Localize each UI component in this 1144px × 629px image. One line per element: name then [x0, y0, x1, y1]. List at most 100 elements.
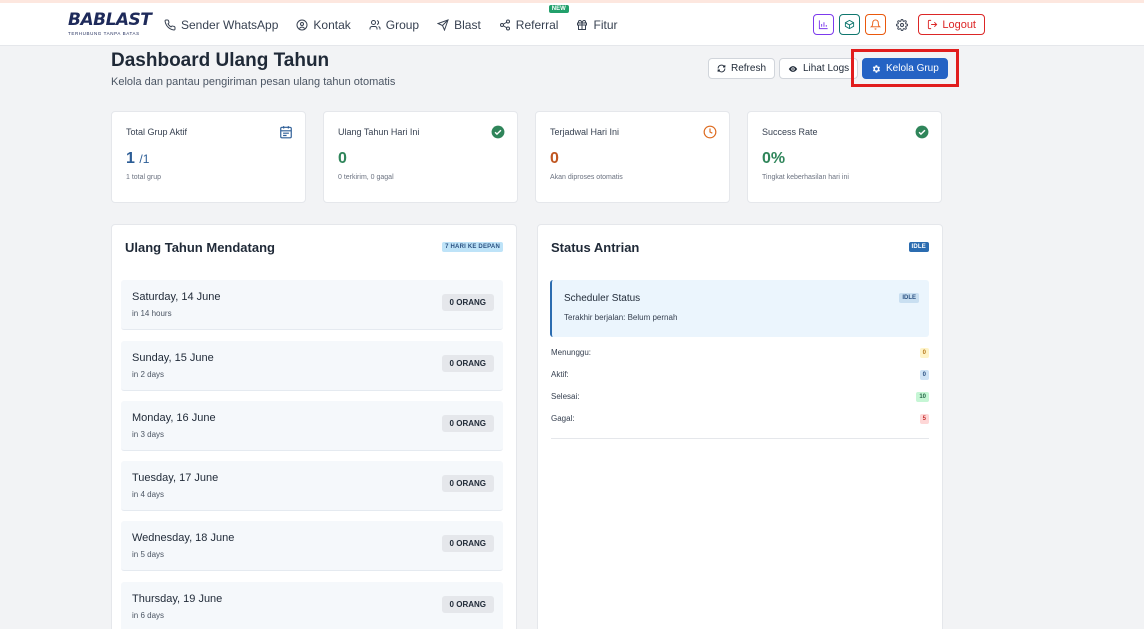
contact-icon — [296, 19, 308, 30]
count-badge: 0 ORANG — [441, 294, 494, 311]
count-badge: 0 ORANG — [441, 596, 494, 613]
bar-chart-icon — [819, 20, 828, 30]
nav-label: Referral — [515, 17, 559, 32]
day-relative: in 3 days — [132, 430, 165, 439]
nav-label: Sender WhatsApp — [181, 17, 279, 32]
nav-label: Fitur — [593, 17, 618, 32]
stat-card-total-groups: Total Grup Aktif 1 /1 1 total grup — [111, 111, 306, 203]
divider — [551, 438, 929, 439]
logo-tagline: TERHUBUNG TANPA BATAS — [68, 31, 140, 36]
list-item[interactable]: Thursday, 19 June in 6 days 0 ORANG — [121, 582, 503, 629]
scheduler-title: Scheduler Status — [564, 293, 641, 304]
day-name: Thursday, 19 June — [132, 593, 223, 605]
queue-row-completed: Selesai: 10 — [551, 392, 929, 406]
count-badge: 0 ORANG — [441, 415, 494, 432]
logout-label: Logout — [942, 18, 976, 31]
stat-value: 1 /1 — [126, 150, 149, 168]
queue-count-badge: 5 — [919, 414, 929, 424]
queue-row-active: Aktif: 0 — [551, 370, 929, 384]
stat-sub: Tingkat keberhasilan hari ini — [762, 174, 849, 181]
analytics-button[interactable] — [813, 14, 835, 35]
queue-row-failed: Gagal: 5 — [551, 414, 929, 428]
day-relative: in 2 days — [132, 370, 165, 379]
nav-item-referral[interactable]: NEW Referral — [499, 4, 569, 32]
view-logs-label: Lihat Logs — [803, 63, 850, 74]
list-item[interactable]: Wednesday, 18 June in 5 days 0 ORANG — [121, 521, 503, 571]
stat-label: Ulang Tahun Hari Ini — [338, 127, 420, 137]
list-item[interactable]: Tuesday, 17 June in 4 days 0 ORANG — [121, 461, 503, 511]
gear-icon — [895, 18, 908, 31]
day-relative: in 6 days — [132, 611, 165, 620]
view-logs-button[interactable]: Lihat Logs — [779, 58, 859, 79]
clock-icon — [703, 125, 717, 139]
queue-count-badge: 0 — [919, 348, 929, 358]
logout-button[interactable]: Logout — [918, 14, 985, 35]
nav-label: Group — [385, 17, 420, 32]
page-subtitle: Kelola dan pantau pengiriman pesan ulang… — [111, 76, 396, 88]
nav-item-blast[interactable]: Blast — [437, 18, 481, 32]
stat-sub: 0 terkirim, 0 gagal — [338, 174, 394, 181]
day-relative: in 4 days — [132, 490, 165, 499]
manage-group-button[interactable]: Kelola Grup — [862, 58, 948, 79]
group-icon — [369, 19, 381, 29]
logout-icon — [928, 19, 938, 30]
panel-title: Ulang Tahun Mendatang — [125, 240, 275, 255]
stat-card-success-rate: Success Rate 0% Tingkat keberhasilan har… — [747, 111, 942, 203]
day-relative: in 14 hours — [132, 309, 172, 318]
nav-item-kontak[interactable]: Kontak — [296, 18, 351, 32]
day-name: Saturday, 14 June — [132, 291, 221, 303]
send-icon — [437, 18, 449, 31]
stat-card-scheduled-today: Terjadwal Hari Ini 0 Akan diproses otoma… — [535, 111, 730, 203]
nav-actions: Logout — [808, 14, 985, 35]
day-name: Tuesday, 17 June — [132, 472, 219, 484]
panel-title: Status Antrian — [551, 240, 640, 255]
package-button[interactable] — [839, 14, 861, 35]
scheduler-status-badge: IDLE — [899, 293, 919, 303]
box-icon — [845, 19, 855, 30]
navbar: BABLAST TERHUBUNG TANPA BATAS Sender Wha… — [0, 3, 1144, 46]
day-name: Wednesday, 18 June — [132, 532, 235, 544]
logo-text: BABLAST — [68, 10, 152, 30]
phone-icon — [164, 18, 176, 30]
calendar-icon — [280, 126, 292, 139]
check-circle-icon — [915, 125, 929, 139]
logo[interactable]: BABLAST TERHUBUNG TANPA BATAS — [68, 10, 152, 41]
queue-label: Aktif: — [551, 370, 569, 379]
stat-label: Success Rate — [762, 127, 818, 137]
refresh-label: Refresh — [731, 63, 767, 74]
notification-button[interactable] — [865, 14, 887, 35]
stat-value-number: 1 — [126, 150, 135, 167]
queue-count-badge: 0 — [919, 370, 929, 380]
count-badge: 0 ORANG — [441, 355, 494, 372]
day-name: Sunday, 15 June — [132, 352, 214, 364]
stat-value: 0% — [762, 150, 786, 167]
refresh-icon — [717, 64, 726, 73]
page-title: Dashboard Ulang Tahun — [111, 50, 330, 71]
queue-label: Menunggu: — [551, 348, 592, 357]
range-badge: 7 HARI KE DEPAN — [442, 242, 503, 252]
stat-sub: 1 total grup — [126, 174, 162, 181]
gear-icon — [872, 64, 880, 73]
nav-label: Blast — [454, 17, 481, 32]
nav-links: Sender WhatsApp Kontak Group Blast NEW R… — [164, 3, 635, 46]
queue-count-badge: 10 — [916, 392, 929, 402]
nav-item-sender-whatsapp[interactable]: Sender WhatsApp — [164, 18, 278, 32]
stat-sub: Akan diproses otomatis — [550, 174, 623, 181]
nav-item-fitur[interactable]: Fitur — [576, 18, 617, 32]
gift-icon — [577, 19, 588, 30]
count-badge: 0 ORANG — [441, 535, 494, 552]
share-icon — [499, 19, 510, 30]
list-item[interactable]: Monday, 16 June in 3 days 0 ORANG — [121, 401, 503, 451]
queue-label: Gagal: — [551, 414, 575, 423]
new-badge: NEW — [548, 4, 569, 13]
stat-value: 0 — [338, 150, 347, 167]
nav-item-group[interactable]: Group — [369, 18, 419, 32]
settings-button[interactable] — [891, 14, 913, 35]
stat-card-birthdays-today: Ulang Tahun Hari Ini 0 0 terkirim, 0 gag… — [323, 111, 518, 203]
list-item[interactable]: Saturday, 14 June in 14 hours 0 ORANG — [121, 280, 503, 330]
eye-icon — [788, 65, 798, 72]
stat-value-suffix: /1 — [139, 152, 150, 166]
refresh-button[interactable]: Refresh — [708, 58, 776, 79]
list-item[interactable]: Sunday, 15 June in 2 days 0 ORANG — [121, 341, 503, 391]
scheduler-last-run: Terakhir berjalan: Belum pernah — [564, 313, 678, 322]
